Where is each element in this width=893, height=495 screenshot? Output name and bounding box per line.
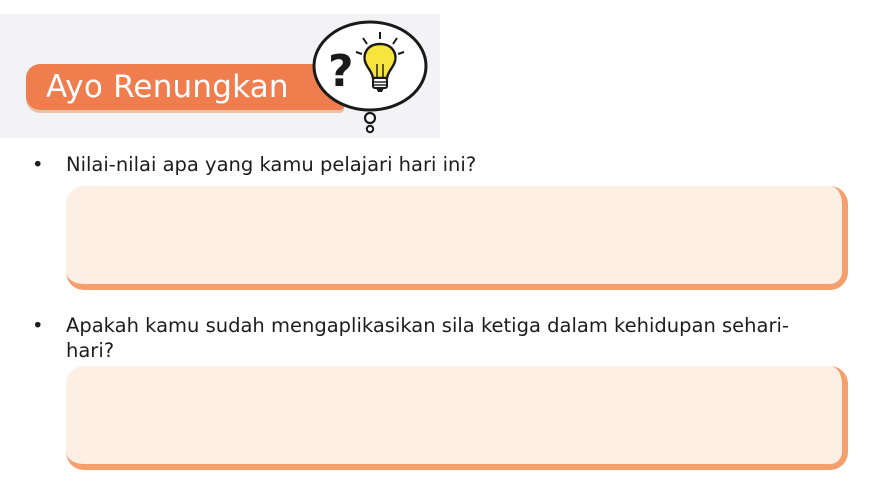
bullet: •: [32, 314, 44, 337]
question-text: Nilai-nilai apa yang kamu pelajari hari …: [66, 153, 477, 176]
bullet: •: [32, 153, 44, 176]
question-item: • Apakah kamu sudah mengaplikasikan sila…: [32, 313, 852, 363]
reflection-page: Ayo Renungkan ? • Nilai-nilai apa yang k…: [0, 0, 893, 495]
question-mark-icon: ?: [328, 46, 354, 97]
svg-text:?: ?: [328, 46, 354, 97]
section-title: Ayo Renungkan: [46, 69, 289, 105]
question-text: Apakah kamu sudah mengaplikasikan sila k…: [66, 314, 789, 362]
answer-box[interactable]: [66, 186, 848, 290]
thought-bubble: ?: [312, 20, 428, 134]
answer-box[interactable]: [66, 366, 848, 470]
question-item: • Nilai-nilai apa yang kamu pelajari har…: [32, 152, 832, 177]
